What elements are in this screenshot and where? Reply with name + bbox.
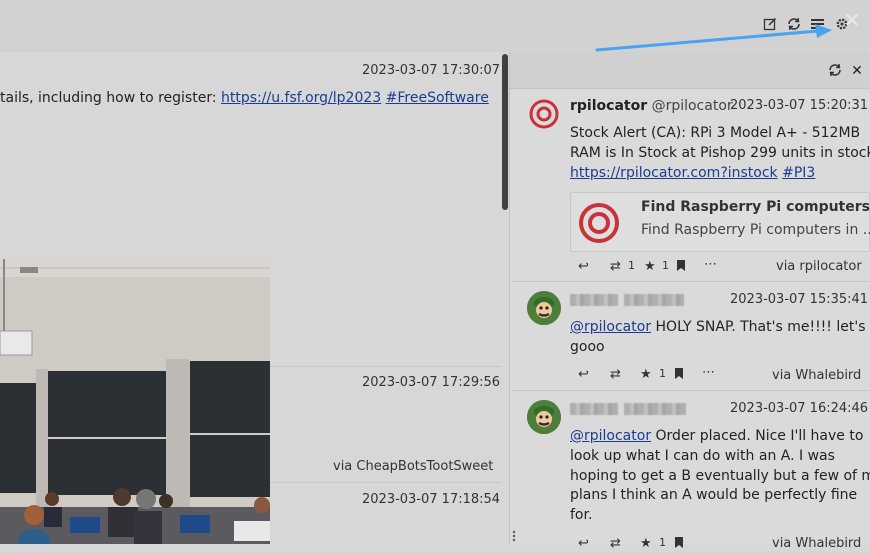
post-text-line: hoping to get a B eventually but a few o… — [570, 468, 870, 484]
post-hashtag[interactable]: #PI3 — [782, 165, 815, 181]
post-text-line: Stock Alert (CA): RPi 3 Model A+ - 512MB — [570, 125, 861, 141]
post-via: via Whalebird — [772, 368, 862, 383]
post-text-line: https://rpilocator.com?instock #PI3 — [570, 165, 815, 181]
post-text-line: @rpilocator HOLY SNAP. That's me!!!! let… — [570, 319, 866, 335]
post-via: via CheapBotsTootSweet — [333, 459, 494, 474]
handle-blurred — [624, 294, 684, 306]
post-text-line: RAM is In Stock at Pishop 299 units in s… — [570, 145, 870, 161]
close-column-icon[interactable]: ✕ — [849, 63, 865, 79]
favourite-count: 1 — [659, 536, 666, 549]
post-via: via rpilocator — [776, 259, 862, 274]
post-image[interactable] — [0, 259, 270, 544]
post-timestamp[interactable]: 2023-03-07 16:24:46 — [730, 401, 868, 416]
post-timestamp[interactable]: 2023-03-07 15:35:41 — [730, 292, 868, 307]
post-timestamp: 2023-03-07 17:18:54 — [362, 492, 501, 507]
favourite-icon[interactable]: ★ — [644, 259, 656, 274]
avatar[interactable] — [527, 97, 561, 131]
display-name[interactable]: rpilocator — [570, 98, 647, 114]
divider — [270, 366, 502, 367]
mention-link[interactable]: @rpilocator — [570, 428, 651, 444]
boost-count: 1 — [628, 259, 635, 272]
post-timestamp[interactable]: 2023-03-07 15:20:31 — [730, 98, 868, 113]
post-timestamp: 2023-03-07 17:29:56 — [362, 375, 501, 390]
reply-icon[interactable]: ↩ — [578, 259, 589, 274]
handle-blurred — [624, 403, 686, 415]
divider — [512, 281, 870, 282]
avatar[interactable] — [527, 400, 561, 434]
display-name-blurred — [570, 294, 618, 306]
boost-icon[interactable]: ⇄ — [610, 259, 621, 274]
timeline-scrollbar[interactable] — [502, 54, 508, 210]
menu-icon[interactable] — [810, 17, 826, 33]
boost-icon[interactable]: ⇄ — [610, 367, 621, 382]
close-icon[interactable]: ✕ — [842, 10, 862, 32]
refresh-icon[interactable] — [786, 17, 802, 33]
display-name-blurred — [570, 403, 618, 415]
favourite-icon[interactable]: ★ — [640, 367, 652, 382]
post-hashtag[interactable]: #FreeSoftware — [386, 90, 489, 106]
card-description: Find Raspberry Pi computers in ... — [641, 222, 870, 238]
top-bar — [0, 0, 870, 52]
compose-icon[interactable] — [762, 17, 778, 33]
bookmark-icon[interactable] — [674, 367, 684, 384]
mention-link[interactable]: @rpilocator — [570, 319, 651, 335]
post-text-prefix: tails, including how to register: — [0, 90, 222, 106]
post-text-line: gooo — [570, 339, 605, 355]
post-text: HOLY SNAP. That's me!!!! let's — [651, 319, 866, 335]
refresh-icon[interactable] — [827, 63, 843, 79]
bookmark-icon[interactable] — [676, 259, 686, 276]
divider — [512, 390, 870, 391]
drag-handle[interactable] — [512, 528, 516, 542]
favourite-count: 1 — [659, 367, 666, 380]
card-title: Find Raspberry Pi computers in ... — [641, 199, 870, 215]
reply-icon[interactable]: ↩ — [578, 367, 589, 382]
post-timestamp: 2023-03-07 17:30:07 — [362, 63, 501, 78]
more-icon[interactable]: ⋯ — [704, 257, 717, 272]
avatar[interactable] — [527, 291, 561, 325]
post-text-line: look up what I can do with an A. I was — [570, 448, 835, 464]
post-link[interactable]: https://u.fsf.org/lp2023 — [221, 90, 381, 106]
post-text: tails, including how to register: https:… — [0, 90, 489, 106]
post-header: rpilocator @rpilocator — [570, 98, 733, 114]
post-text: Order placed. Nice I'll have to — [651, 428, 864, 444]
post-text-line: @rpilocator Order placed. Nice I'll have… — [570, 428, 863, 444]
more-icon[interactable]: ⋯ — [702, 365, 715, 380]
post-text-line: for. — [570, 507, 593, 523]
account-handle[interactable]: @rpilocator — [652, 98, 733, 114]
bookmark-icon[interactable] — [674, 536, 684, 553]
post-text-line: plans I think an A would be perfectly fi… — [570, 487, 858, 503]
card-thumbnail — [577, 201, 621, 245]
post-link[interactable]: https://rpilocator.com?instock — [570, 165, 778, 181]
favourite-count: 1 — [662, 259, 669, 272]
link-preview-card[interactable]: Find Raspberry Pi computers in ... Find … — [570, 192, 870, 252]
column-header — [510, 52, 870, 89]
divider — [270, 482, 502, 483]
